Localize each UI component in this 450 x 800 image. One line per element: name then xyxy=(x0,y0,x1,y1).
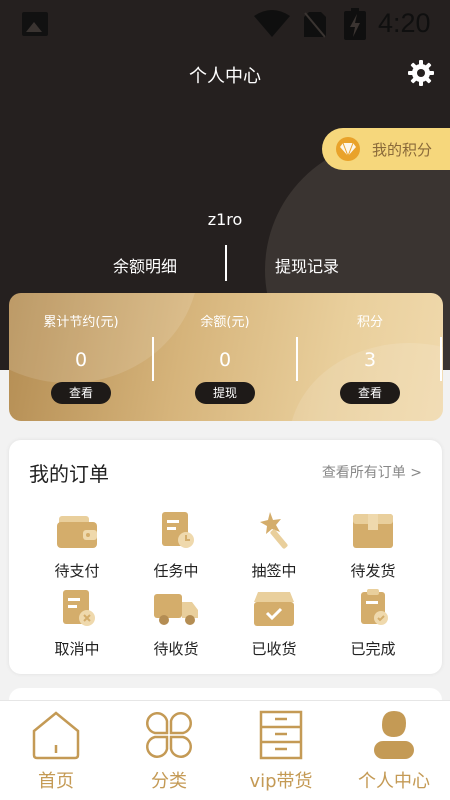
order-label: 已收货 xyxy=(251,640,297,658)
clock: 4:20 xyxy=(378,8,431,38)
my-points-label: 我的积分 xyxy=(372,140,433,159)
order-label: 已完成 xyxy=(350,640,396,658)
user-icon xyxy=(374,711,414,759)
gear-icon[interactable] xyxy=(408,60,434,86)
divider xyxy=(225,245,227,281)
stat-title: 积分 xyxy=(356,315,383,330)
withdraw-button[interactable]: 提现 xyxy=(195,382,255,404)
stat-title: 累计节约(元) xyxy=(43,315,119,330)
stat-title: 余额(元) xyxy=(200,315,250,330)
image-notification-icon xyxy=(22,12,48,36)
nav-vip[interactable]: vip带货 xyxy=(225,709,337,793)
view-points-button[interactable]: 查看 xyxy=(340,382,400,404)
username: z1ro xyxy=(207,210,243,229)
stat-total-savings: 累计节约(元) 0 查看 xyxy=(9,293,153,421)
box-check-icon xyxy=(254,592,294,626)
stats-card: 累计节约(元) 0 查看 余额(元) 0 提现 积分 3 查看 xyxy=(9,293,443,421)
nav-home[interactable]: 首页 xyxy=(0,709,112,793)
gem-icon xyxy=(336,137,360,161)
stat-balance: 余额(元) 0 提现 xyxy=(153,293,297,421)
stat-divider xyxy=(440,337,442,381)
wifi-icon xyxy=(254,10,290,37)
order-completed[interactable]: 已完成 xyxy=(328,588,418,659)
stat-value: 0 xyxy=(218,349,232,371)
order-label: 待收货 xyxy=(153,640,199,658)
nav-label: vip带货 xyxy=(249,771,313,792)
stat-points: 积分 3 查看 xyxy=(298,293,442,421)
document-clock-icon xyxy=(162,512,194,548)
order-label: 取消中 xyxy=(54,640,100,658)
no-sim-icon xyxy=(304,12,326,38)
nav-profile[interactable]: 个人中心 xyxy=(338,709,450,793)
order-cancelling[interactable]: 取消中 xyxy=(32,588,122,659)
view-savings-button[interactable]: 查看 xyxy=(51,382,111,404)
battery-charging-icon xyxy=(344,8,366,40)
view-all-orders-link[interactable]: 查看所有订单 > xyxy=(322,462,422,482)
orders-title: 我的订单 xyxy=(29,462,109,486)
order-received[interactable]: 已收货 xyxy=(229,588,319,659)
nav-label: 分类 xyxy=(151,771,187,792)
cabinet-icon xyxy=(259,710,303,760)
clipboard-check-icon xyxy=(361,589,388,625)
order-label: 待支付 xyxy=(54,562,100,580)
magic-wand-icon xyxy=(260,512,288,549)
order-label: 任务中 xyxy=(153,562,199,580)
order-in-task[interactable]: 任务中 xyxy=(131,510,221,581)
order-pending-payment[interactable]: 待支付 xyxy=(32,510,122,581)
order-label: 待发货 xyxy=(350,562,396,580)
page-title: 个人中心 xyxy=(189,66,261,87)
bottom-navigation: 首页 分类 vip带货 个人中心 xyxy=(0,700,450,800)
category-icon xyxy=(146,712,192,758)
account-links: 余额明细 提现记录 xyxy=(0,245,450,281)
truck-icon xyxy=(154,594,198,625)
status-bar: 4:20 xyxy=(0,0,450,50)
order-to-ship[interactable]: 待发货 xyxy=(328,510,418,581)
nav-category[interactable]: 分类 xyxy=(113,709,225,793)
stat-value: 3 xyxy=(363,349,377,371)
document-cancel-icon xyxy=(63,590,95,626)
home-icon xyxy=(32,711,80,760)
wallet-icon xyxy=(57,516,97,548)
balance-details-link[interactable]: 余额明细 xyxy=(113,253,177,277)
my-points-button[interactable]: 我的积分 xyxy=(322,128,450,170)
stat-value: 0 xyxy=(74,349,88,371)
my-orders-card: 我的订单 查看所有订单 > 待支付 任务中 抽签中 待发货 取消中 待收货 已收… xyxy=(9,440,442,674)
order-in-lottery[interactable]: 抽签中 xyxy=(229,510,319,581)
nav-label: 首页 xyxy=(38,771,74,792)
box-icon xyxy=(353,514,393,548)
order-label: 抽签中 xyxy=(251,562,297,580)
order-to-receive[interactable]: 待收货 xyxy=(131,588,221,659)
nav-label: 个人中心 xyxy=(358,771,430,792)
withdraw-records-link[interactable]: 提现记录 xyxy=(275,253,339,277)
